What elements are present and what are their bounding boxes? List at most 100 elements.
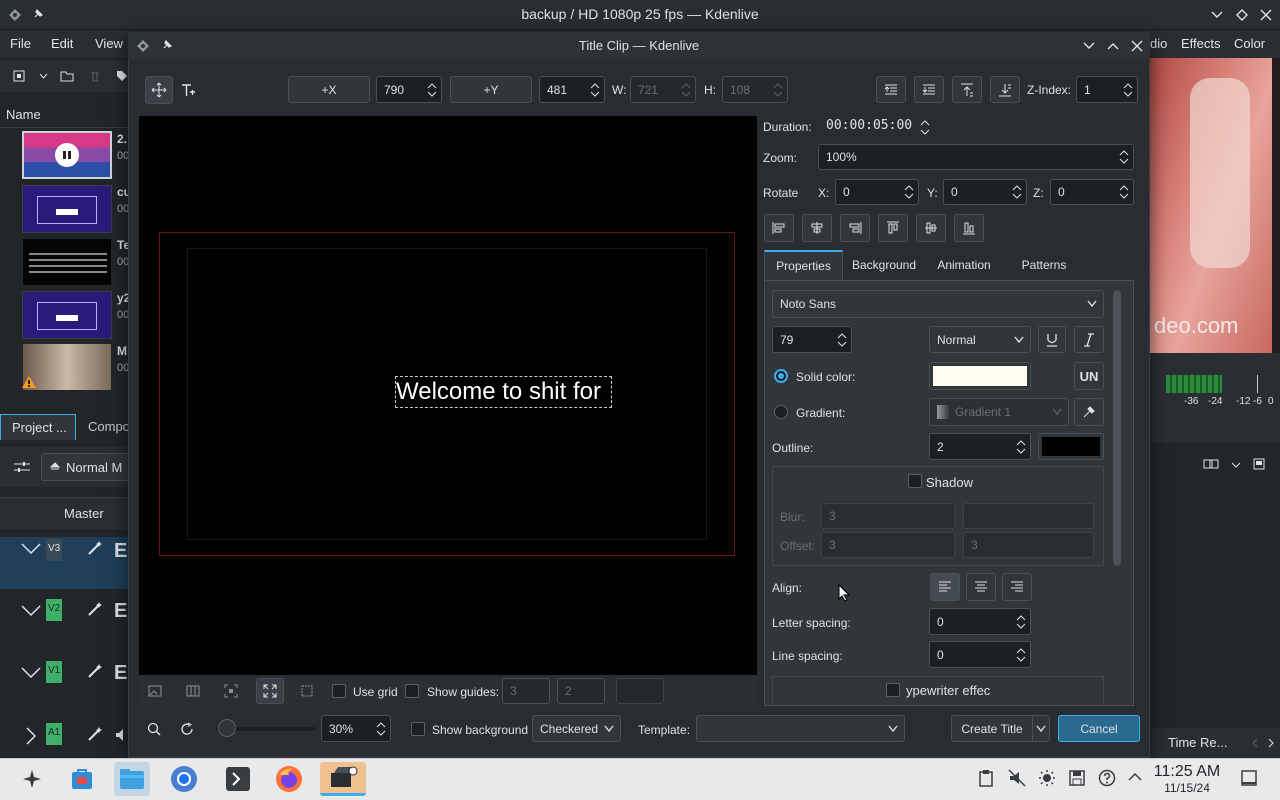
- zoom-spinbox[interactable]: 100%: [818, 144, 1134, 170]
- link-icon[interactable]: [1202, 457, 1220, 471]
- align-vcenter-button[interactable]: [916, 214, 946, 242]
- show-guides-checkbox[interactable]: [405, 684, 419, 698]
- settings-sliders-icon[interactable]: [13, 459, 31, 475]
- text-tool-icon[interactable]: [178, 80, 198, 100]
- line-spacing-spinbox[interactable]: 0: [929, 641, 1031, 668]
- scroll-right-icon[interactable]: [1266, 736, 1276, 750]
- underline-button[interactable]: [1038, 326, 1066, 353]
- fit-canvas-button[interactable]: [256, 678, 284, 704]
- use-grid-checkbox[interactable]: [332, 684, 346, 698]
- menu-effects[interactable]: Effects: [1181, 36, 1221, 51]
- zoom-reset-icon[interactable]: [178, 720, 196, 738]
- clip-thumbnail[interactable]: [22, 185, 112, 233]
- speaker-icon[interactable]: [114, 726, 128, 744]
- show-background-checkbox[interactable]: [411, 722, 425, 736]
- background-mode-combo[interactable]: Checkered: [532, 715, 621, 742]
- lower-item-button[interactable]: [914, 76, 944, 103]
- master-track-header[interactable]: Master: [0, 497, 128, 529]
- close-icon[interactable]: [1257, 6, 1275, 24]
- align-bottom-edge-button[interactable]: [954, 214, 984, 242]
- firefox-icon[interactable]: [271, 762, 307, 796]
- outline-width-spinbox[interactable]: 2: [929, 433, 1031, 460]
- raise-item-button[interactable]: [876, 76, 906, 103]
- time-remaining-tab[interactable]: Time Re...: [1168, 735, 1227, 750]
- clip-thumbnail[interactable]: [22, 131, 112, 179]
- tab-background[interactable]: Background: [843, 250, 925, 280]
- mix-mode-combo[interactable]: Normal M: [41, 453, 131, 481]
- menu-view[interactable]: View: [95, 36, 123, 51]
- terminal-icon[interactable]: [220, 762, 256, 796]
- canvas-zoom-spinbox[interactable]: 30%: [321, 715, 391, 742]
- zindex-spinbox[interactable]: 1: [1076, 76, 1138, 103]
- shadow-checkbox[interactable]: [908, 474, 922, 488]
- folder-icon[interactable]: [60, 69, 74, 83]
- zoom-in-icon[interactable]: [145, 720, 163, 738]
- collapse-chevron-icon[interactable]: [20, 666, 42, 680]
- canvas-text-item[interactable]: Welcome to shit for: [395, 376, 612, 408]
- text-color-button[interactable]: UN: [1074, 362, 1104, 390]
- brightness-icon[interactable]: [1038, 769, 1056, 787]
- chromium-icon[interactable]: [166, 762, 202, 796]
- solid-color-swatch-button[interactable]: [929, 362, 1031, 390]
- clock-date[interactable]: 11/15/24: [1150, 781, 1224, 795]
- discover-store-icon[interactable]: [64, 762, 100, 796]
- show-desktop-icon[interactable]: [1240, 769, 1258, 787]
- scroll-left-icon[interactable]: [1250, 736, 1260, 750]
- track-header-a1[interactable]: [0, 712, 128, 758]
- tab-project-bin[interactable]: Project ...: [0, 414, 76, 440]
- align-right-edge-button[interactable]: [840, 214, 870, 242]
- menu-file[interactable]: File: [10, 36, 31, 51]
- clip-thumbnail[interactable]: [22, 238, 112, 286]
- tab-animation[interactable]: Animation: [925, 250, 1003, 280]
- chevron-down-icon[interactable]: [38, 71, 48, 81]
- clip-monitor-preview[interactable]: deo.com: [1150, 58, 1280, 353]
- item-to-bottom-button[interactable]: [990, 76, 1020, 103]
- font-family-combo[interactable]: Noto Sans: [772, 290, 1104, 318]
- letter-spacing-spinbox[interactable]: 0: [929, 608, 1031, 635]
- add-clip-icon[interactable]: [12, 69, 26, 83]
- rotate-x-spinbox[interactable]: 0: [835, 179, 919, 205]
- magic-wand-icon[interactable]: [86, 600, 104, 618]
- solid-color-radio[interactable]: [774, 369, 788, 383]
- align-text-center-button[interactable]: [966, 573, 996, 601]
- gradient-radio[interactable]: [774, 405, 788, 419]
- x-position-spinbox[interactable]: 790: [376, 76, 442, 103]
- menu-audio-partial[interactable]: dio: [1150, 36, 1167, 51]
- track-edit-icon[interactable]: E: [114, 540, 127, 563]
- title-canvas[interactable]: Welcome to shit for: [139, 116, 757, 675]
- image-tool-icon[interactable]: [146, 682, 164, 700]
- align-top-edge-button[interactable]: [878, 214, 908, 242]
- track-edit-icon[interactable]: E: [114, 662, 127, 685]
- typewriter-checkbox[interactable]: [886, 683, 900, 697]
- maximize-icon[interactable]: [1233, 6, 1251, 24]
- clock-time[interactable]: 11:25 AM: [1150, 763, 1224, 781]
- rotate-y-spinbox[interactable]: 0: [943, 179, 1027, 205]
- template-combo[interactable]: [696, 715, 905, 742]
- font-weight-combo[interactable]: Normal: [929, 326, 1031, 353]
- item-to-top-button[interactable]: [952, 76, 982, 103]
- chevron-down-icon[interactable]: [1230, 460, 1242, 470]
- clipboard-icon[interactable]: [978, 769, 994, 787]
- expand-chevron-icon[interactable]: [24, 726, 38, 746]
- tray-expand-icon[interactable]: [1127, 769, 1143, 785]
- magic-wand-icon[interactable]: [86, 539, 104, 557]
- columns-icon[interactable]: [184, 682, 202, 700]
- duration-spin-arrows[interactable]: [918, 116, 932, 138]
- properties-scrollbar[interactable]: [1113, 290, 1121, 566]
- align-text-left-button[interactable]: [930, 573, 960, 601]
- y-origin-button[interactable]: +Y: [450, 76, 532, 103]
- tab-compositions[interactable]: Compo: [79, 414, 130, 440]
- app-launcher-icon[interactable]: [14, 762, 50, 796]
- create-title-menu-chevron-icon[interactable]: [1032, 715, 1050, 742]
- italic-button[interactable]: [1074, 326, 1104, 353]
- align-hcenter-button[interactable]: [802, 214, 832, 242]
- close-icon[interactable]: [1129, 38, 1145, 54]
- kdenlive-taskbar-icon[interactable]: [320, 762, 366, 796]
- tag-icon[interactable]: [116, 69, 128, 83]
- outline-color-button[interactable]: [1038, 433, 1104, 460]
- align-text-right-button[interactable]: [1002, 573, 1032, 601]
- edit-gradient-button[interactable]: [1074, 398, 1104, 426]
- menu-edit[interactable]: Edit: [51, 36, 73, 51]
- volume-muted-icon[interactable]: [1008, 769, 1026, 787]
- clip-thumbnail[interactable]: [22, 291, 112, 339]
